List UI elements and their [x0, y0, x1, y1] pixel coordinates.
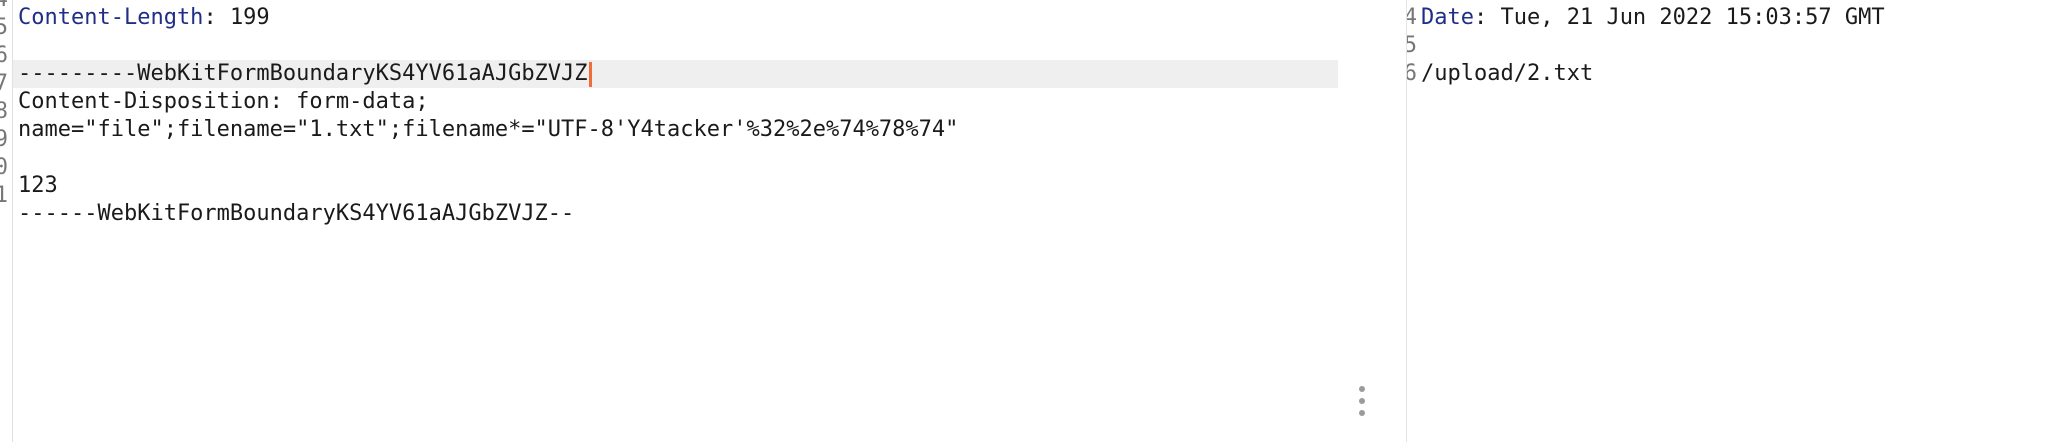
line-number: 4 — [1407, 5, 1417, 30]
header-separator: : — [203, 5, 230, 30]
line-number: 10 — [0, 154, 8, 182]
line-number: 11 — [0, 182, 8, 210]
line-number: 7 — [0, 70, 8, 98]
request-line-body[interactable]: 123 — [18, 172, 58, 200]
splitter-handle-icon[interactable] — [1358, 386, 1366, 416]
request-line-content-disposition[interactable]: Content-Disposition: form-data; — [18, 88, 429, 116]
splitter-dot — [1359, 410, 1365, 416]
request-editor[interactable]: 4 5 6 7 8 9 10 11 Content-Length: 199 --… — [0, 0, 1360, 442]
line-number: 9 — [0, 126, 8, 154]
request-line-name-filename[interactable]: name="file";filename="1.txt";filename*="… — [18, 116, 958, 144]
request-line-boundary-start[interactable]: ---------WebKitFormBoundaryKS4YV61aAJGbZ… — [18, 60, 592, 88]
header-value: Tue, 21 Jun 2022 15:03:57 GMT — [1500, 5, 1885, 30]
request-line-boundary-end[interactable]: ------WebKitFormBoundaryKS4YV61aAJGbZVJZ… — [18, 200, 574, 228]
boundary-text: ---------WebKitFormBoundaryKS4YV61aAJGbZ… — [18, 61, 588, 86]
header-value: 199 — [229, 5, 270, 30]
header-separator: : — [1473, 5, 1501, 30]
request-line-gutter: 4 5 6 7 8 9 10 11 — [0, 0, 13, 442]
line-number: 6 — [0, 42, 8, 70]
header-key: Content-Length — [18, 5, 204, 30]
response-line-date[interactable]: Date: Tue, 21 Jun 2022 15:03:57 GMT — [1421, 4, 1885, 32]
line-number: 5 — [1407, 33, 1417, 58]
header-key: Date — [1421, 5, 1474, 30]
request-line-content-length[interactable]: Content-Length: 199 — [18, 4, 270, 32]
line-number: 5 — [0, 14, 8, 42]
line-number: 4 — [0, 0, 8, 14]
splitter-dot — [1359, 398, 1365, 404]
line-number: 6 — [1407, 61, 1417, 86]
response-viewer[interactable]: 4 5 6 Date: Tue, 21 Jun 2022 15:03:57 GM… — [1407, 0, 2050, 442]
line-number: 8 — [0, 98, 8, 126]
text-cursor — [588, 61, 592, 87]
response-line-body[interactable]: /upload/2.txt — [1421, 60, 1593, 88]
http-message-viewer: 4 5 6 7 8 9 10 11 Content-Length: 199 --… — [0, 0, 2050, 442]
splitter-dot — [1359, 386, 1365, 392]
